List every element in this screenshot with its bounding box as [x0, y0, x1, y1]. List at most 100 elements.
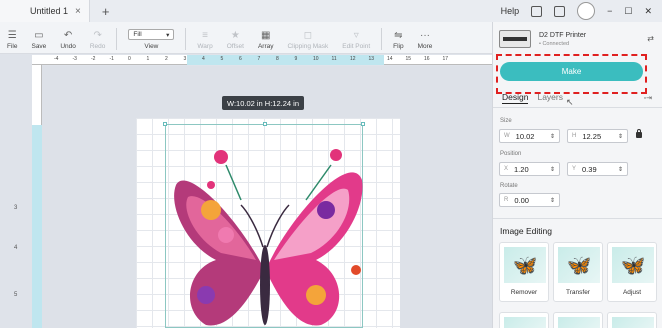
maximize-icon[interactable]: ☐ [624, 6, 632, 17]
ruler-tick-label: 16 [424, 56, 430, 62]
stepper-icon[interactable]: ⇕ [550, 197, 555, 204]
view-label: View [144, 43, 159, 50]
help-link[interactable]: Help [501, 6, 520, 16]
ruler-tick-label: 1 [146, 56, 150, 62]
left-edge-marker: 4 [14, 245, 18, 251]
view-control[interactable]: Fill ▾ View [121, 29, 181, 53]
properties-panel: D2 DTF Printer • Connected ⇄ Make Design… [492, 22, 662, 328]
resize-handle[interactable] [361, 122, 365, 126]
design-canvas[interactable]: W:10.02 in H:12.24 in [42, 66, 492, 328]
swap-printer-icon[interactable]: ⇄ [647, 34, 654, 43]
notification-icon[interactable] [554, 5, 566, 17]
butterfly-image[interactable] [166, 125, 364, 328]
stepper-icon[interactable]: ⇕ [618, 133, 623, 140]
tab-design[interactable]: Design [502, 92, 529, 104]
y-position-field[interactable]: Y 0.39 ⇕ [567, 162, 628, 176]
adjust-tool-card[interactable]: 🦋 Adjust [607, 242, 657, 302]
stepper-icon[interactable]: ⇕ [550, 166, 555, 173]
ruler-tick-label: 11 [331, 56, 337, 62]
height-field[interactable]: H 12.25 ⇕ [567, 129, 628, 143]
stepper-icon[interactable]: ⇕ [550, 133, 555, 140]
avatar[interactable] [577, 2, 596, 20]
save-icon: ▭ [34, 30, 44, 41]
clipping-mask-button[interactable]: ◻ Clipping Mask [280, 29, 335, 53]
title-bar: Untitled 1 × + Help − ☐ ✕ [0, 0, 662, 22]
rotate-label: Rotate [500, 183, 518, 189]
width-field-label: W [504, 133, 510, 139]
selection-box[interactable] [163, 122, 365, 328]
close-tab-icon[interactable]: × [75, 6, 81, 17]
ruler-horizontal[interactable]: -4 -3 -2 -1 0 1 2 3 4 5 6 7 8 9 10 11 12 13 14 15 16 17 [32, 55, 492, 65]
document-tab[interactable]: Untitled 1 × [0, 0, 90, 22]
fill-value: Fill [133, 31, 142, 38]
tool-card[interactable] [607, 312, 657, 328]
size-label: Size [500, 118, 512, 124]
panel-divider [493, 107, 662, 108]
warp-label: Warp [197, 43, 213, 50]
ruler-tick-label: 5 [220, 56, 224, 62]
ruler-tick-label: 12 [350, 56, 356, 62]
collapse-panel-icon[interactable]: ▫⇥ [644, 94, 652, 102]
toolbar-divider [185, 28, 187, 50]
ruler-vertical[interactable] [32, 65, 42, 328]
make-button[interactable]: Make [500, 62, 643, 81]
undo-button[interactable]: ↶ Undo [53, 29, 83, 53]
ruler-tick-label: 8 [276, 56, 279, 62]
ruler-tick-label: 4 [202, 56, 205, 62]
clipping-mask-label: Clipping Mask [287, 43, 329, 50]
fill-select[interactable]: Fill ▾ [128, 29, 175, 40]
lock-icon[interactable] [636, 129, 642, 138]
save-button[interactable]: ▭ Save [24, 29, 53, 53]
edit-point-icon: ▿ [353, 30, 359, 41]
ruler-tick-label: 13 [368, 56, 375, 62]
toolbar-divider [116, 28, 118, 50]
close-icon[interactable]: ✕ [644, 6, 652, 17]
butterfly-thumbnail-icon [558, 317, 600, 328]
rotate-field[interactable]: R 0.00 ⇕ [499, 193, 560, 207]
more-label: More [417, 43, 433, 50]
ruler-tick-label: 10 [313, 56, 319, 62]
minimize-icon[interactable]: − [607, 6, 612, 16]
butterfly-thumbnail-icon: 🦋 [558, 247, 600, 283]
rotate-field-label: R [504, 197, 509, 203]
new-tab-button[interactable]: + [102, 4, 110, 19]
panel-tabs: Design Layers [502, 92, 563, 104]
clipping-mask-icon: ◻ [303, 30, 313, 41]
x-position-field[interactable]: X 1.20 ⇕ [499, 162, 560, 176]
more-icon: ··· [420, 30, 431, 41]
save-cloud-icon[interactable] [531, 5, 543, 17]
stepper-icon[interactable]: ⇕ [618, 166, 623, 173]
chevron-down-icon: ▾ [166, 31, 170, 39]
remover-tool-card[interactable]: 🦋 Remover [499, 242, 549, 302]
warp-button[interactable]: ≡ Warp [190, 29, 219, 53]
file-button[interactable]: ☰ File [0, 29, 24, 53]
tool-card[interactable] [553, 312, 603, 328]
ruler-tick-label: 17 [442, 56, 449, 62]
edit-point-button[interactable]: ▿ Edit Point [335, 29, 377, 53]
toolbar-divider [381, 28, 383, 50]
ruler-tick-label: 0 [128, 56, 131, 62]
left-edge-marker: 5 [14, 292, 18, 298]
tab-title: Untitled 1 [30, 6, 69, 16]
tab-layers[interactable]: Layers [537, 92, 563, 104]
array-button[interactable]: ▦ Array [251, 29, 281, 53]
butterfly-thumbnail-icon: 🦋 [504, 247, 546, 283]
remover-label: Remover [510, 289, 538, 296]
transfer-tool-card[interactable]: 🦋 Transfer [553, 242, 603, 302]
ruler-tick-label: 9 [294, 56, 298, 62]
ruler-tick-label: 6 [239, 56, 242, 62]
printer-icon [499, 30, 531, 48]
resize-handle[interactable] [163, 122, 167, 126]
ruler-tick-label: 3 [183, 56, 187, 62]
ruler-tick-label: 15 [405, 56, 412, 62]
width-field[interactable]: W 10.02 ⇕ [499, 129, 560, 143]
more-button[interactable]: ··· More [411, 29, 440, 53]
tool-card[interactable] [499, 312, 549, 328]
printer-selector[interactable]: D2 DTF Printer • Connected [499, 30, 586, 48]
edit-point-label: Edit Point [342, 43, 371, 50]
flip-button[interactable]: ⇋ Flip [386, 29, 410, 53]
redo-button[interactable]: ↷ Redo [83, 29, 113, 53]
resize-handle[interactable] [263, 122, 267, 126]
offset-button[interactable]: ★ Offset [220, 29, 251, 53]
dimension-tooltip: W:10.02 in H:12.24 in [222, 96, 304, 110]
